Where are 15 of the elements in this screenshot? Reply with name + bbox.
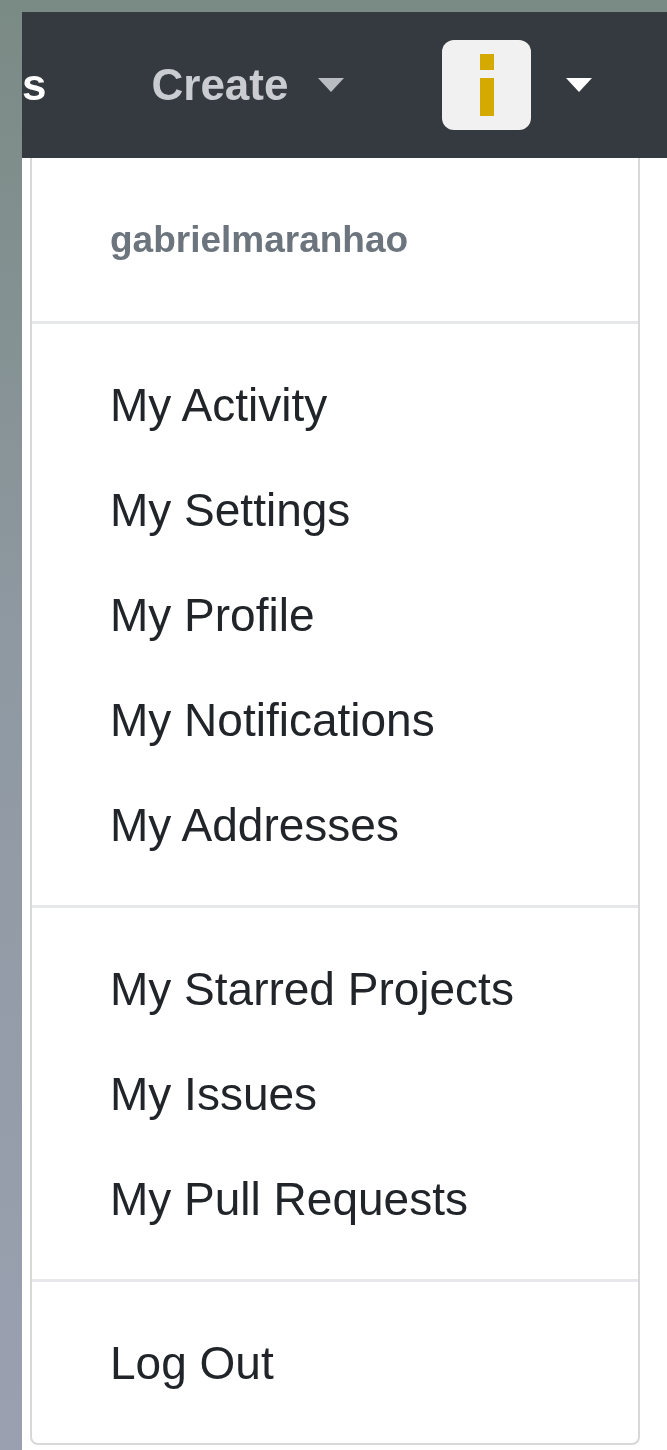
menu-item[interactable]: My Profile xyxy=(32,562,638,667)
menu-item[interactable]: My Starred Projects xyxy=(32,936,638,1041)
info-letter-icon xyxy=(479,54,494,116)
menu-item[interactable]: My Activity xyxy=(32,352,638,457)
user-avatar[interactable] xyxy=(442,40,532,130)
menu-item[interactable]: My Notifications xyxy=(32,667,638,772)
caret-icon[interactable] xyxy=(566,78,593,92)
menu-item[interactable]: Log Out xyxy=(32,1310,638,1415)
menu-item[interactable]: My Issues xyxy=(32,1041,638,1146)
menu-item[interactable]: My Pull Requests xyxy=(32,1146,638,1251)
nav-link[interactable]: s xyxy=(22,60,47,110)
menu-item[interactable]: My Addresses xyxy=(32,772,638,877)
username-label: gabrielmaranhao xyxy=(109,217,410,262)
nav-link[interactable]: Create xyxy=(151,60,345,110)
menu-item[interactable]: My Settings xyxy=(32,457,638,562)
